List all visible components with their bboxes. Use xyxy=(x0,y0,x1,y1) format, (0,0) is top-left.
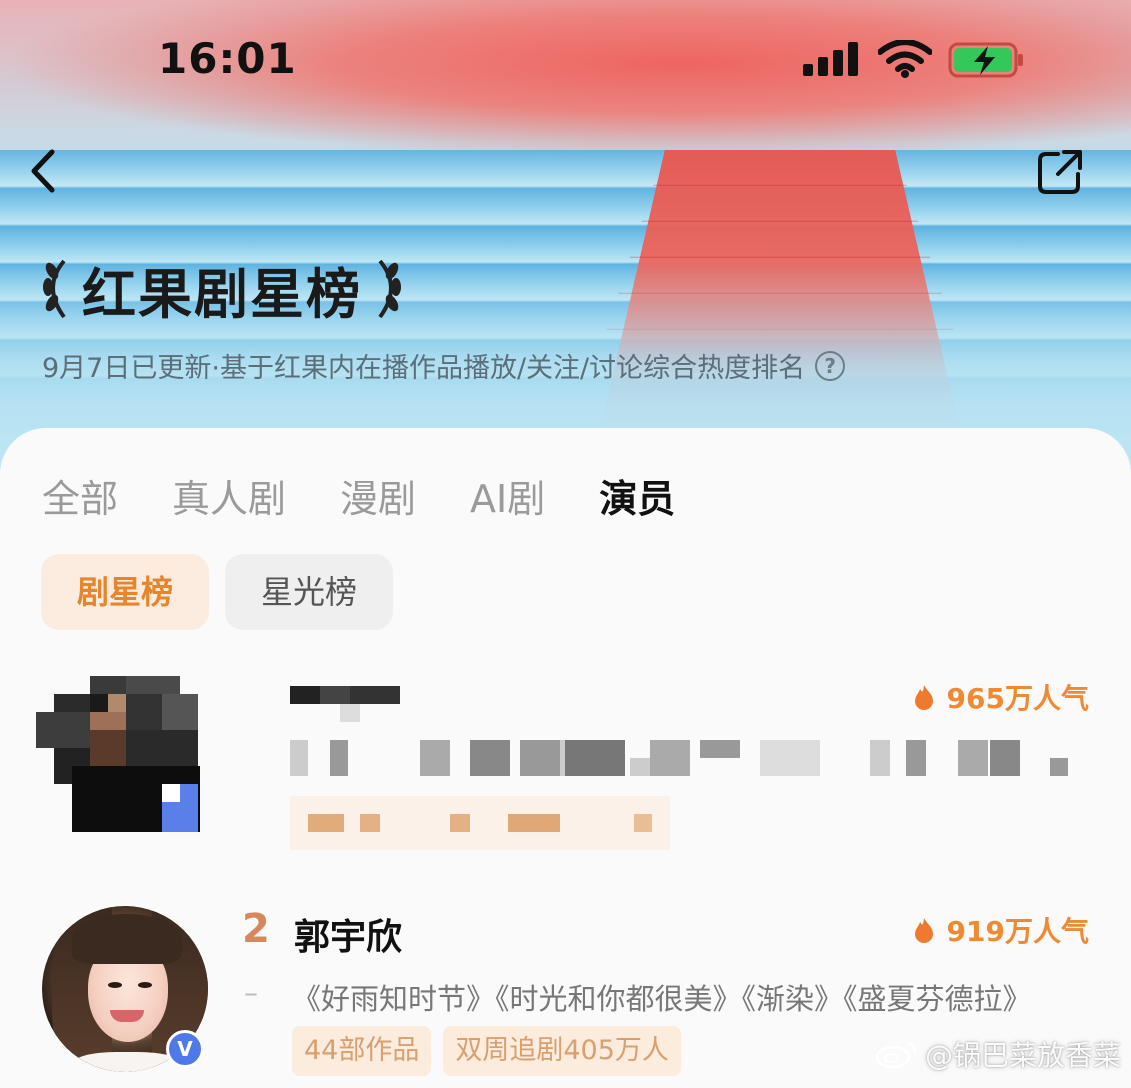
verified-badge-icon: V xyxy=(166,1030,204,1068)
heat-score: 965万人气 xyxy=(913,680,1089,714)
works-list: 《好雨知时节》《时光和你都很美》《渐染》《盛夏芬德拉》 xyxy=(292,982,1032,1016)
tab-all[interactable]: 全部 xyxy=(42,468,118,523)
page-title-row: 红果剧星榜 xyxy=(38,254,406,326)
help-icon[interactable]: ? xyxy=(815,350,846,381)
watermark-text: @锅巴菜放香菜 xyxy=(924,1039,1121,1072)
rank-number: 2 xyxy=(242,906,270,952)
flame-icon xyxy=(914,685,933,710)
avatar-shirt xyxy=(72,1052,182,1072)
category-tabs: 全部 真人剧 漫剧 AI剧 演员 xyxy=(42,468,729,523)
tab-live-action[interactable]: 真人剧 xyxy=(172,468,286,523)
page-title: 红果剧星榜 xyxy=(82,262,362,326)
ranking-type-tabs: 剧星榜 星光榜 xyxy=(41,554,409,630)
avatar-eye-left xyxy=(108,982,122,988)
tag-followers: 双周追剧405万人 xyxy=(443,1026,681,1076)
back-button[interactable] xyxy=(24,146,64,196)
works-pixelated xyxy=(290,740,1068,776)
name-pixelated xyxy=(290,686,400,722)
heat-value: 919万人气 xyxy=(946,915,1089,948)
tab-actors[interactable]: 演员 xyxy=(599,468,675,523)
avatar-hair-top xyxy=(72,914,182,964)
actor-tags: 44部作品 双周追剧405万人 xyxy=(292,1026,693,1076)
tag-works-count: 44部作品 xyxy=(292,1026,432,1076)
update-info-text: 9月7日已更新·基于红果内在播作品播放/关注/讨论综合热度排名 xyxy=(42,353,806,384)
heat-value: 965万人气 xyxy=(946,682,1089,714)
heat-score: 919万人气 xyxy=(913,910,1089,950)
tab-comic[interactable]: 漫剧 xyxy=(340,468,416,523)
rank-trend: – xyxy=(244,976,258,1009)
cellular-signal-icon xyxy=(803,42,858,76)
laurel-right-icon xyxy=(378,259,401,319)
laurel-left-icon xyxy=(43,259,66,319)
watermark: @锅巴菜放香菜 xyxy=(875,1034,1121,1074)
weibo-icon xyxy=(875,1041,917,1069)
tab-ai[interactable]: AI剧 xyxy=(470,468,545,523)
wifi-icon xyxy=(878,40,932,78)
actor-name[interactable]: 郭宇欣 xyxy=(294,908,402,960)
subtab-drama-star[interactable]: 剧星榜 xyxy=(41,554,210,630)
battery-charging-icon xyxy=(948,42,1023,78)
tags-pixelated xyxy=(290,796,670,850)
flame-icon xyxy=(914,918,933,943)
share-button[interactable] xyxy=(1036,148,1084,196)
avatar-eye-right xyxy=(138,982,152,988)
update-info: 9月7日已更新·基于红果内在播作品播放/关注/讨论综合热度排名 ? xyxy=(42,346,846,385)
status-time: 16:01 xyxy=(158,34,297,83)
avatar-pixelated xyxy=(36,676,200,832)
subtab-starlight[interactable]: 星光榜 xyxy=(225,554,394,630)
